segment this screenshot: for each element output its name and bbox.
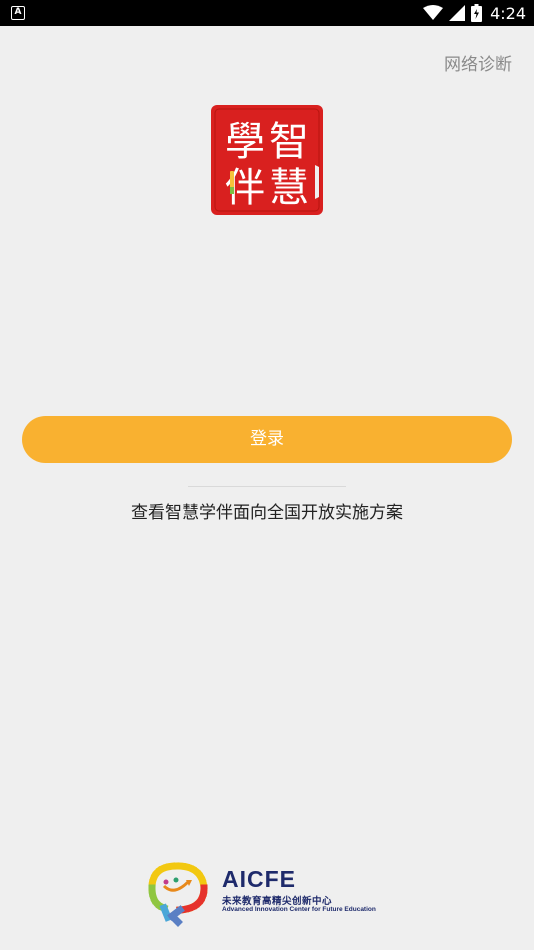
brand-english-name: Advanced Innovation Center for Future Ed…	[222, 906, 376, 913]
notification-a-icon: A	[11, 6, 25, 20]
network-diagnosis-link[interactable]: 网络诊断	[444, 50, 512, 75]
login-button[interactable]: 登录	[22, 416, 512, 463]
cell-signal-icon	[449, 5, 466, 21]
status-icons: 4:24	[423, 3, 526, 23]
aicfe-brand: AICFE 未来教育高精尖创新中心 Advanced Innovation Ce…	[142, 858, 402, 930]
divider	[188, 486, 346, 487]
app-logo: 學 智 伴 慧	[211, 105, 323, 215]
seal-char-4: 慧	[269, 165, 309, 211]
battery-icon	[471, 4, 483, 22]
status-time: 4:24	[490, 3, 526, 23]
login-screen: A 4:24 网络诊断 學 智 伴 慧 登录 查看智慧学伴面向全国开放实施方案 …	[0, 0, 534, 950]
view-plan-link[interactable]: 查看智慧学伴面向全国开放实施方案	[0, 498, 534, 523]
wifi-icon	[423, 5, 444, 21]
aicfe-logo-icon	[148, 862, 208, 927]
seal-char-1: 學	[225, 119, 265, 165]
brand-title: AICFE	[222, 866, 296, 892]
seal-logo-icon: 學 智 伴 慧	[211, 105, 323, 215]
seal-char-2: 智	[269, 119, 309, 165]
brand-chinese-name: 未来教育高精尖创新中心	[222, 896, 333, 907]
status-bar: A 4:24	[0, 0, 534, 26]
